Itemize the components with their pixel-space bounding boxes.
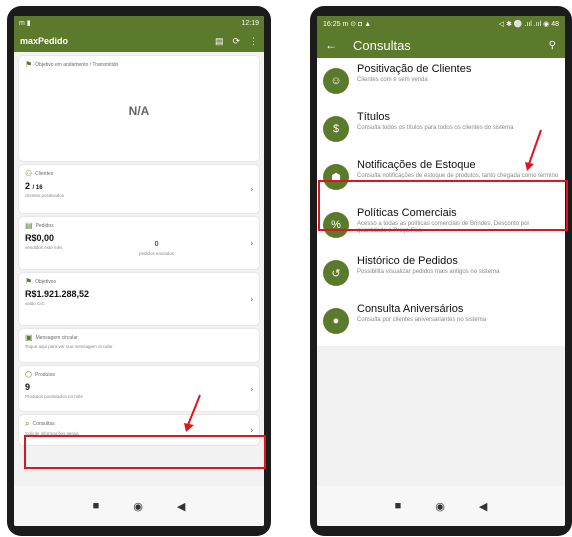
products-value: 9 (25, 382, 31, 392)
chevron-right-icon: › (250, 184, 253, 194)
list-item[interactable]: ☺ Positivação de Clientes Clientes com e … (317, 58, 565, 106)
back-icon[interactable]: ◀ (177, 500, 185, 513)
chevron-right-icon: › (250, 238, 253, 248)
clients-total: / 16 (32, 185, 43, 191)
home-icon[interactable]: ◉ (133, 500, 143, 513)
status-time: 12:19 (241, 19, 259, 27)
app-bar: maxPedido ▤ ⟳ ⋮ (14, 30, 264, 52)
consultas-label: Consultas (32, 421, 55, 427)
highlight-box (24, 435, 266, 469)
message-icon[interactable]: ▤ (215, 36, 224, 47)
back-icon[interactable]: ◀ (479, 500, 487, 513)
item-title: Títulos (357, 111, 391, 123)
objectives-card[interactable]: ⚑ Objetivos R$1.921.288,52 saldo C/C › (19, 273, 259, 325)
item-title: Histórico de Pedidos (357, 255, 458, 267)
products-card[interactable]: ⬡ Produtos 9 Produtos positivados no mês … (19, 366, 259, 411)
highlight-box (318, 180, 568, 231)
status-bar: 16:25 m ⊙ ◘ ▲ ◁ ✱ ⚪ .ııl .ııl ◉ 48 (317, 16, 565, 32)
item-title: Positivação de Clientes (357, 63, 472, 75)
arrow-icon (184, 394, 201, 432)
objective-value: N/A (128, 104, 150, 118)
search-icon: ⌕ (25, 419, 30, 428)
arrow-icon (525, 129, 542, 171)
list-item[interactable]: ● Consulta Aniversários Consulta por clie… (317, 298, 565, 346)
objectives-value: R$1.921.288,52 (25, 289, 90, 299)
clients-label: Clientes (35, 170, 54, 177)
sync-icon[interactable]: ⟳ (232, 36, 240, 47)
page-title: Consultas (353, 37, 411, 53)
recents-icon[interactable]: ■ (395, 500, 402, 512)
history-icon: ↺ (323, 260, 349, 286)
message-icon: ▣ (25, 333, 33, 342)
products-sub: Produtos positivados no mês (25, 394, 83, 399)
orders-count: 0 (154, 241, 159, 248)
battery-level: 48 (551, 21, 559, 28)
left-phone: m ▮ 12:19 maxPedido ▤ ⟳ ⋮ ⚑ Objetivo em a… (7, 6, 271, 536)
item-sub: Clientes com e sem venda (357, 77, 428, 83)
list-item[interactable]: ↺ Histórico de Pedidos Possibilita visual… (317, 250, 565, 298)
status-left: m ▮ (19, 20, 31, 27)
nav-bar: ■ ◉ ◀ (14, 486, 264, 526)
more-icon[interactable]: ⋮ (249, 36, 258, 47)
chevron-right-icon: › (250, 294, 253, 304)
dashboard: ⚑ Objetivo em andamento / Transmitido N/A… (14, 52, 264, 486)
orders-card[interactable]: ▤ Pedidos R$0,00 vendidos este mês 0 pedi… (19, 217, 259, 269)
orders-label: Pedidos (35, 222, 54, 229)
home-icon[interactable]: ◉ (435, 500, 445, 513)
products-label: Produtos (34, 371, 55, 378)
status-bar: m ▮ 12:19 (14, 16, 264, 30)
box-icon: ⬡ (25, 370, 32, 379)
money-icon: $ (323, 116, 349, 142)
orders-count-sub: pedidos enviados (139, 251, 175, 256)
right-screen: 16:25 m ⊙ ◘ ▲ ◁ ✱ ⚪ .ııl .ııl ◉ 48 ← Con… (317, 16, 565, 526)
status-time: 16:25 (323, 21, 341, 28)
search-icon[interactable]: ⚲ (549, 40, 556, 51)
balloon-icon: ● (323, 308, 349, 334)
people-icon: ⚇ (25, 169, 33, 178)
people-icon: ☺ (323, 68, 349, 94)
app-title: maxPedido (20, 36, 69, 46)
recents-icon[interactable]: ■ (93, 500, 100, 512)
objectives-label: Objetivos (35, 278, 57, 285)
message-card[interactable]: ▣ Mensagem circular Toque aqui para ver s… (19, 329, 259, 362)
clients-sub: clientes positivados (25, 193, 65, 198)
message-sub: Toque aqui para ver sua mensagem circula… (25, 344, 113, 349)
orders-icon: ▤ (25, 221, 33, 230)
nav-bar: ■ ◉ ◀ (317, 486, 565, 526)
message-label: Mensagem circular (35, 334, 78, 341)
chevron-right-icon: › (250, 384, 253, 393)
item-sub: Consulta por clientes aniversariantes no… (357, 317, 487, 323)
clients-card[interactable]: ⚇ Clientes 2 / 16 clientes positivados › (19, 165, 259, 213)
objective-label: Objetivo em andamento / Transmitido (35, 61, 119, 68)
flag-icon: ⚑ (25, 277, 33, 286)
chevron-right-icon: › (250, 425, 253, 435)
back-arrow-icon[interactable]: ← (325, 38, 337, 52)
clients-value: 2 (25, 181, 31, 191)
flag-icon: ⚑ (25, 60, 33, 69)
item-sub: Possibilita visualizar pedidos mais anti… (357, 269, 500, 275)
item-title: Consulta Aniversários (357, 303, 464, 315)
item-sub: Consulta todos os títulos para todos os … (357, 125, 514, 131)
right-phone: 16:25 m ⊙ ◘ ▲ ◁ ✱ ⚪ .ııl .ııl ◉ 48 ← Con… (310, 6, 572, 536)
objective-card[interactable]: ⚑ Objetivo em andamento / Transmitido N/A (19, 56, 259, 161)
objectives-sub: saldo C/C (25, 301, 45, 306)
app-bar: ← Consultas ⚲ (317, 32, 565, 58)
